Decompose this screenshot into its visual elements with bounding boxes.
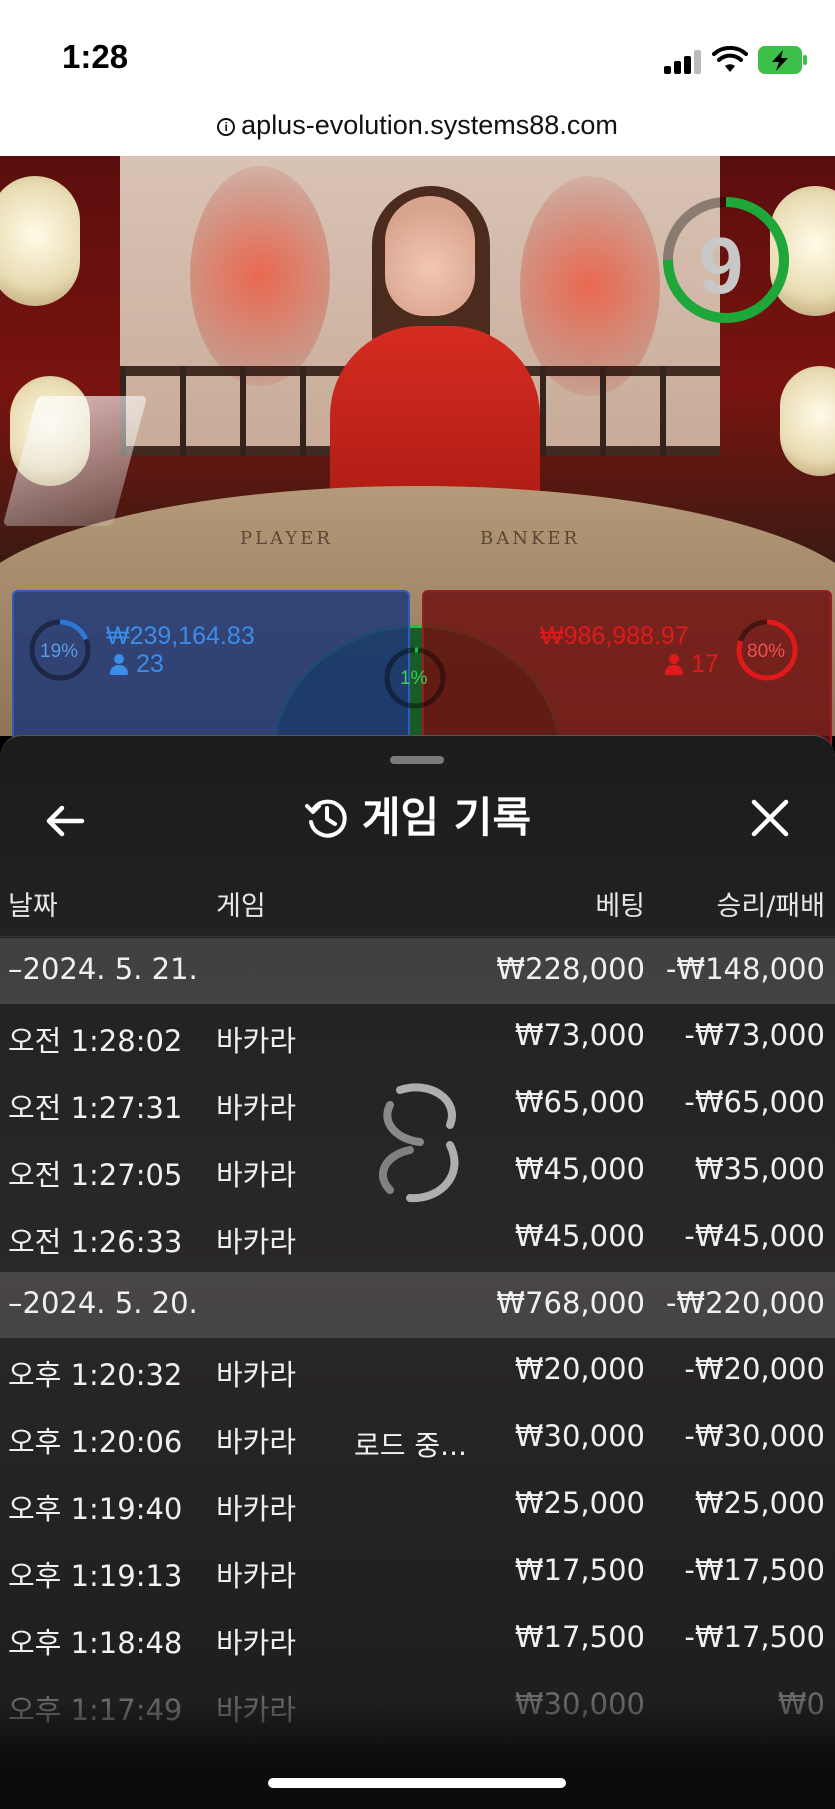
sheet-header: 게임 기록 <box>0 784 835 845</box>
sheet-drag-handle[interactable] <box>390 756 444 764</box>
row-result: -₩148,000 <box>665 952 825 986</box>
clock: 1:28 <box>62 38 129 75</box>
row-result: -₩220,000 <box>665 1286 825 1320</box>
history-row[interactable]: 오전 1:28:02 바카라 ₩73,000 -₩73,000 <box>0 1004 835 1071</box>
tie-percent: 1% <box>400 668 428 689</box>
row-bet: ₩73,000 <box>514 1018 645 1052</box>
row-game: 바카라 <box>216 1559 297 1593</box>
row-date: 오전 1:28:02 <box>8 1024 183 1058</box>
status-bar: 1:28 <box>0 0 835 100</box>
info-icon[interactable]: i <box>217 118 236 136</box>
row-result: -₩17,500 <box>684 1553 825 1587</box>
date-group-row[interactable]: –2024. 5. 20. ₩768,000 -₩220,000 <box>0 1272 835 1338</box>
row-bet: ₩45,000 <box>514 1219 645 1253</box>
row-game: 바카라 <box>216 1425 297 1459</box>
url-text: aplus-evolution.systems88.com <box>241 110 618 140</box>
row-date: –2024. 5. 21. <box>8 952 198 986</box>
row-date: 오후 1:18:48 <box>8 1626 183 1660</box>
spinner-icon <box>378 1083 459 1203</box>
loading-text: 로드 중... <box>354 1429 467 1462</box>
column-header-date[interactable]: 날짜 <box>8 884 58 923</box>
row-result: ₩35,000 <box>694 1152 825 1186</box>
row-date: 오후 1:19:40 <box>8 1492 183 1526</box>
date-group-row[interactable]: –2024. 5. 21. ₩228,000 -₩148,000 <box>0 938 835 1004</box>
home-indicator[interactable] <box>268 1778 566 1788</box>
user-icon <box>665 654 683 675</box>
row-game: 바카라 <box>216 1225 297 1259</box>
row-bet: ₩17,500 <box>514 1553 645 1587</box>
row-result: -₩45,000 <box>684 1219 825 1253</box>
banker-total-amount: ₩986,988.97 <box>540 622 689 650</box>
history-table: –2024. 5. 21. ₩228,000 -₩148,000 오전 1:28:02… <box>0 938 835 1740</box>
row-bet: ₩45,000 <box>514 1152 645 1186</box>
battery-charging-icon <box>758 46 807 74</box>
player-total-amount: ₩239,164.83 <box>106 622 255 650</box>
row-result: -₩73,000 <box>684 1018 825 1052</box>
column-header-result[interactable]: 승리/패배 <box>717 884 825 923</box>
row-date: –2024. 5. 20. <box>8 1286 198 1320</box>
header-divider <box>0 936 835 937</box>
history-row[interactable]: 오전 1:26:33 바카라 ₩45,000 -₩45,000 <box>0 1205 835 1272</box>
row-bet: ₩17,500 <box>514 1620 645 1654</box>
player-bettors-count: 23 <box>110 650 164 679</box>
bottom-fade <box>0 1700 835 1809</box>
table-label-player: PLAYER <box>240 528 333 549</box>
row-bet: ₩20,000 <box>514 1352 645 1386</box>
row-bet: ₩768,000 <box>496 1286 645 1320</box>
row-bet: ₩65,000 <box>514 1085 645 1119</box>
column-header-bet[interactable]: 베팅 <box>595 884 645 923</box>
close-icon[interactable] <box>748 796 792 840</box>
row-result: -₩17,500 <box>684 1620 825 1654</box>
row-date: 오전 1:27:31 <box>8 1091 183 1125</box>
row-date: 오전 1:27:05 <box>8 1158 183 1192</box>
row-result: ₩25,000 <box>694 1486 825 1520</box>
page-title: 게임 기록 <box>361 793 532 842</box>
row-game: 바카라 <box>216 1091 297 1125</box>
table-label-banker: BANKER <box>480 528 581 549</box>
row-date: 오후 1:19:13 <box>8 1559 183 1593</box>
user-icon <box>110 654 128 675</box>
row-game: 바카라 <box>216 1358 297 1392</box>
row-result: -₩65,000 <box>684 1085 825 1119</box>
row-bet: ₩228,000 <box>496 952 645 986</box>
countdown-number: 9 <box>698 221 744 310</box>
history-row[interactable]: 오후 1:19:40 바카라 ₩25,000 ₩25,000 <box>0 1472 835 1539</box>
row-result: -₩30,000 <box>684 1419 825 1453</box>
history-row[interactable]: 오후 1:20:32 바카라 ₩20,000 -₩20,000 <box>0 1338 835 1405</box>
history-clock-icon <box>304 799 347 838</box>
row-result: -₩20,000 <box>684 1352 825 1386</box>
cellular-signal-icon <box>664 50 704 74</box>
wifi-icon <box>712 46 748 72</box>
history-row[interactable]: 오후 1:19:13 바카라 ₩17,500 -₩17,500 <box>0 1539 835 1606</box>
row-game: 바카라 <box>216 1492 297 1526</box>
row-date: 오전 1:26:33 <box>8 1225 183 1259</box>
column-header-game[interactable]: 게임 <box>216 884 266 923</box>
banker-bettors-count: 17 <box>665 650 719 679</box>
player-percent: 19% <box>40 641 79 662</box>
row-date: 오후 1:20:06 <box>8 1425 183 1459</box>
row-game: 바카라 <box>216 1024 297 1058</box>
row-game: 바카라 <box>216 1158 297 1192</box>
browser-url-bar[interactable]: i aplus-evolution.systems88.com <box>0 100 835 156</box>
game-history-sheet: 게임 기록 날짜 게임 베팅 승리/패배 –2024. 5. 21. ₩228,0… <box>0 735 835 1809</box>
banker-percent: 80% <box>747 641 786 662</box>
row-date: 오후 1:20:32 <box>8 1358 183 1392</box>
history-row[interactable]: 오후 1:18:48 바카라 ₩17,500 -₩17,500 <box>0 1606 835 1673</box>
row-bet: ₩30,000 <box>514 1419 645 1453</box>
row-game: 바카라 <box>216 1626 297 1660</box>
row-bet: ₩25,000 <box>514 1486 645 1520</box>
